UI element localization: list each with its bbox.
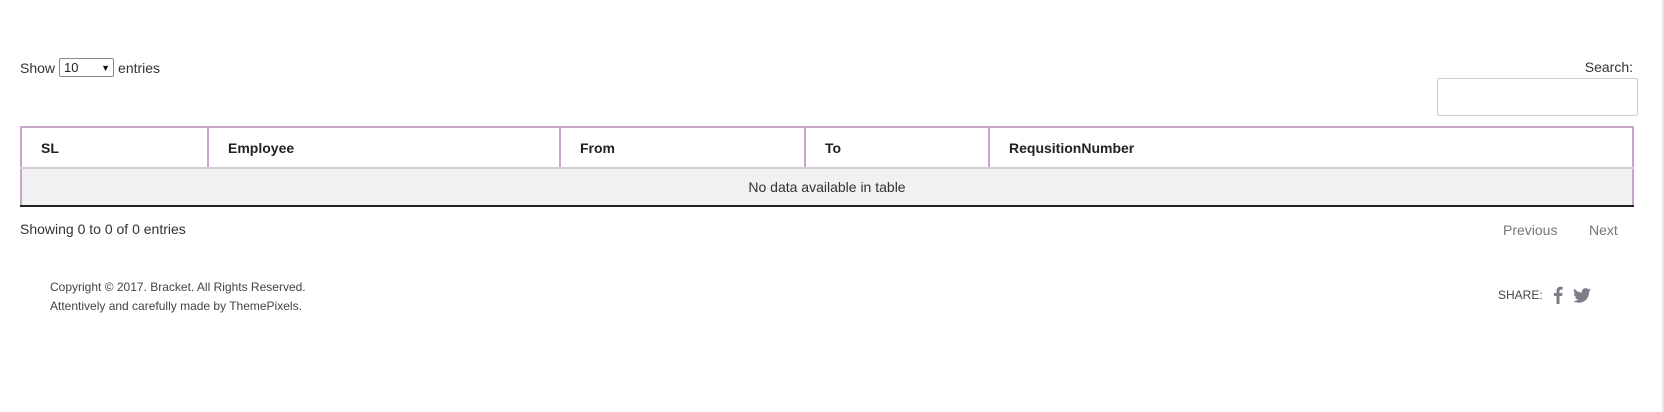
column-header-employee[interactable]: Employee [207, 126, 561, 169]
share-block: SHARE: [1498, 286, 1591, 304]
entries-per-page-select[interactable]: 10 ▼ [59, 58, 115, 77]
share-label: SHARE: [1498, 288, 1543, 302]
table-info-text: Showing 0 to 0 of 0 entries [20, 221, 186, 237]
entries-per-page-value: 10 [64, 60, 79, 75]
column-header-sl[interactable]: SL [20, 126, 209, 169]
column-header-from[interactable]: From [559, 126, 806, 169]
footer-copyright-block: Copyright © 2017. Bracket. All Rights Re… [50, 278, 306, 316]
empty-table-message: No data available in table [20, 168, 1634, 207]
search-label: Search: [1584, 59, 1633, 75]
length-prefix-label: Show [20, 59, 56, 76]
entries-length-control: Show 10 ▼ entries [20, 58, 160, 77]
table-header-row: SL Employee From To RequsitionNumber [20, 126, 1634, 169]
chevron-down-icon: ▼ [101, 62, 111, 73]
search-input[interactable] [1437, 78, 1638, 116]
column-header-requsition-number[interactable]: RequsitionNumber [988, 126, 1634, 169]
length-suffix-label: entries [118, 59, 161, 76]
table-row: No data available in table [20, 168, 1634, 207]
twitter-icon[interactable] [1572, 287, 1591, 303]
facebook-icon[interactable] [1553, 286, 1563, 304]
next-page-button[interactable]: Next [1589, 222, 1618, 238]
column-header-to[interactable]: To [804, 126, 990, 169]
data-table: SL Employee From To RequsitionNumber No … [20, 126, 1634, 207]
page: Show 10 ▼ entries Search: SL Employee Fr… [0, 0, 1664, 412]
previous-page-button[interactable]: Previous [1503, 222, 1557, 238]
credit-text: Attentively and carefully made by ThemeP… [50, 299, 302, 313]
copyright-text: Copyright © 2017. Bracket. All Rights Re… [50, 280, 306, 294]
